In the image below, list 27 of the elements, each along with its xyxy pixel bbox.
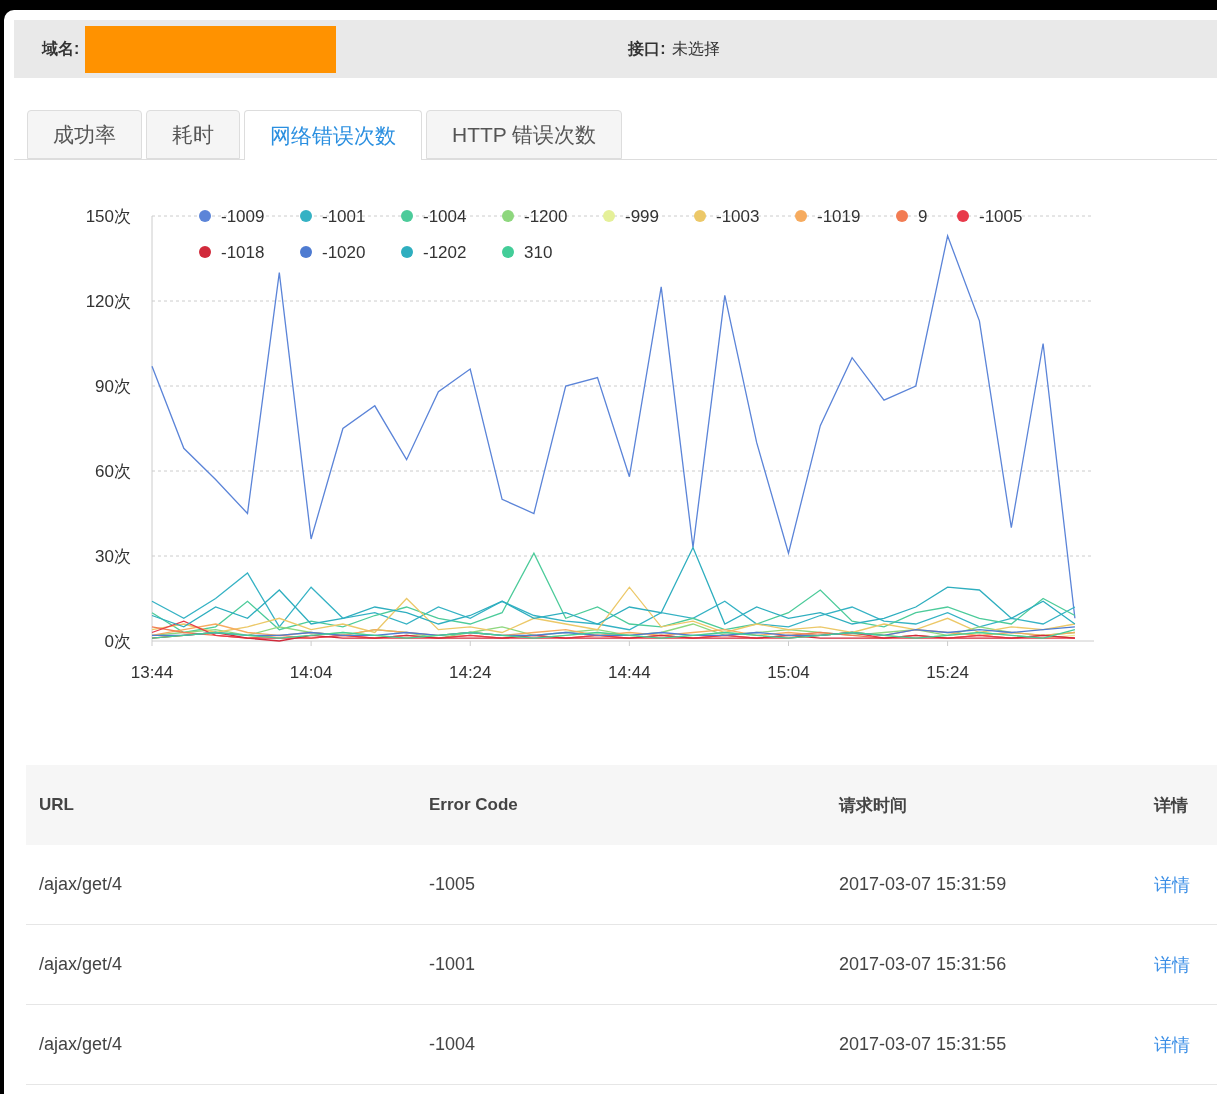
table-cell-text: /ajax/get/4 (39, 1034, 124, 1055)
column-header: Error Code (429, 795, 519, 815)
x-tick-label: 14:04 (289, 663, 333, 682)
table-cell-text: -1005 (429, 874, 477, 895)
y-tick-label: 0次 (104, 632, 131, 651)
y-tick-label: 150次 (85, 207, 131, 226)
domain-label: 域名: (42, 38, 80, 59)
table-cell-text: 2017-03-07 15:31:55 (839, 1034, 1008, 1055)
column-header: 请求时间 (839, 794, 908, 817)
x-tick-label: 14:44 (608, 663, 651, 682)
table-cell-text: -1001 (429, 954, 477, 975)
x-tick-label: 15:24 (926, 663, 969, 682)
interface-label: 接口: (628, 38, 666, 59)
y-tick-label: 90次 (95, 377, 131, 396)
table-cell-text: /ajax/get/4 (39, 954, 124, 975)
y-tick-label: 120次 (85, 292, 131, 311)
y-tick-label: 30次 (95, 547, 131, 566)
x-tick-label: 14:24 (448, 663, 492, 682)
table-cell-text: 2017-03-07 15:31:56 (839, 954, 1008, 975)
x-tick-label: 15:04 (767, 663, 810, 682)
table-cell-text: -1004 (429, 1034, 477, 1055)
column-header: URL (39, 795, 75, 815)
y-tick-label: 60次 (95, 462, 131, 481)
table-cell-text: 2017-03-07 15:31:59 (839, 874, 1008, 895)
table-cell-text: /ajax/get/4 (39, 874, 124, 895)
x-tick-label: 13:44 (130, 663, 174, 682)
column-header: 详情 (1154, 794, 1189, 817)
